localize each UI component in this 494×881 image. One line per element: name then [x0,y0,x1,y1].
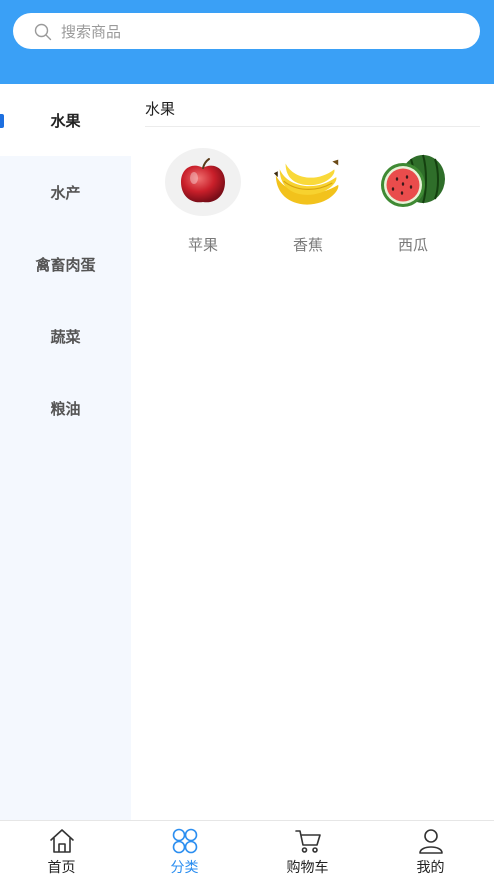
sidebar-item-seafood[interactable]: 水产 [0,156,131,228]
tab-category[interactable]: 分类 [123,821,246,881]
cart-icon [294,830,321,853]
product-item-apple[interactable]: 苹果 [163,148,243,268]
sidebar-item-label: 水果 [50,111,81,130]
tab-cart[interactable]: 购物车 [246,821,369,881]
product-item-watermelon[interactable]: 西瓜 [373,148,453,268]
sidebar-item-grain-oil[interactable]: 粮油 [0,372,131,444]
sidebar-item-label: 水产 [50,183,81,202]
category-content: 水果 苹果 香蕉 西瓜 [131,84,494,820]
product-name: 苹果 [187,236,218,254]
header-bar [0,0,494,84]
sidebar-item-vegetables[interactable]: 蔬菜 [0,300,131,372]
user-icon [418,829,443,854]
bottom-tab-bar: 首页 分类 购物车 我的 [0,820,494,880]
tab-label: 分类 [170,860,199,876]
section-divider [145,126,480,127]
product-name: 西瓜 [397,236,428,254]
search-input[interactable] [59,13,463,51]
sidebar-item-label: 粮油 [50,399,81,418]
banana-image [270,148,346,216]
tab-label: 首页 [47,860,76,876]
sidebar-item-label: 禽畜肉蛋 [35,255,96,274]
tab-label: 我的 [416,860,445,876]
sidebar-item-label: 蔬菜 [50,327,81,346]
apple-image [165,148,241,216]
product-name: 香蕉 [292,236,323,254]
section-title: 水果 [145,100,176,118]
search-bar[interactable] [13,13,480,51]
tab-label: 购物车 [286,860,329,876]
active-indicator [0,114,4,128]
product-item-banana[interactable]: 香蕉 [268,148,348,268]
sidebar-item-meat-eggs[interactable]: 禽畜肉蛋 [0,228,131,300]
search-icon [34,23,52,41]
home-icon [49,829,74,853]
tab-mine[interactable]: 我的 [369,821,492,881]
watermelon-image [375,148,451,216]
sidebar-item-fruit[interactable]: 水果 [0,84,131,156]
category-icon [172,828,197,854]
tab-home[interactable]: 首页 [0,821,123,881]
category-sidebar: 水果 水产 禽畜肉蛋 蔬菜 粮油 [0,84,131,820]
